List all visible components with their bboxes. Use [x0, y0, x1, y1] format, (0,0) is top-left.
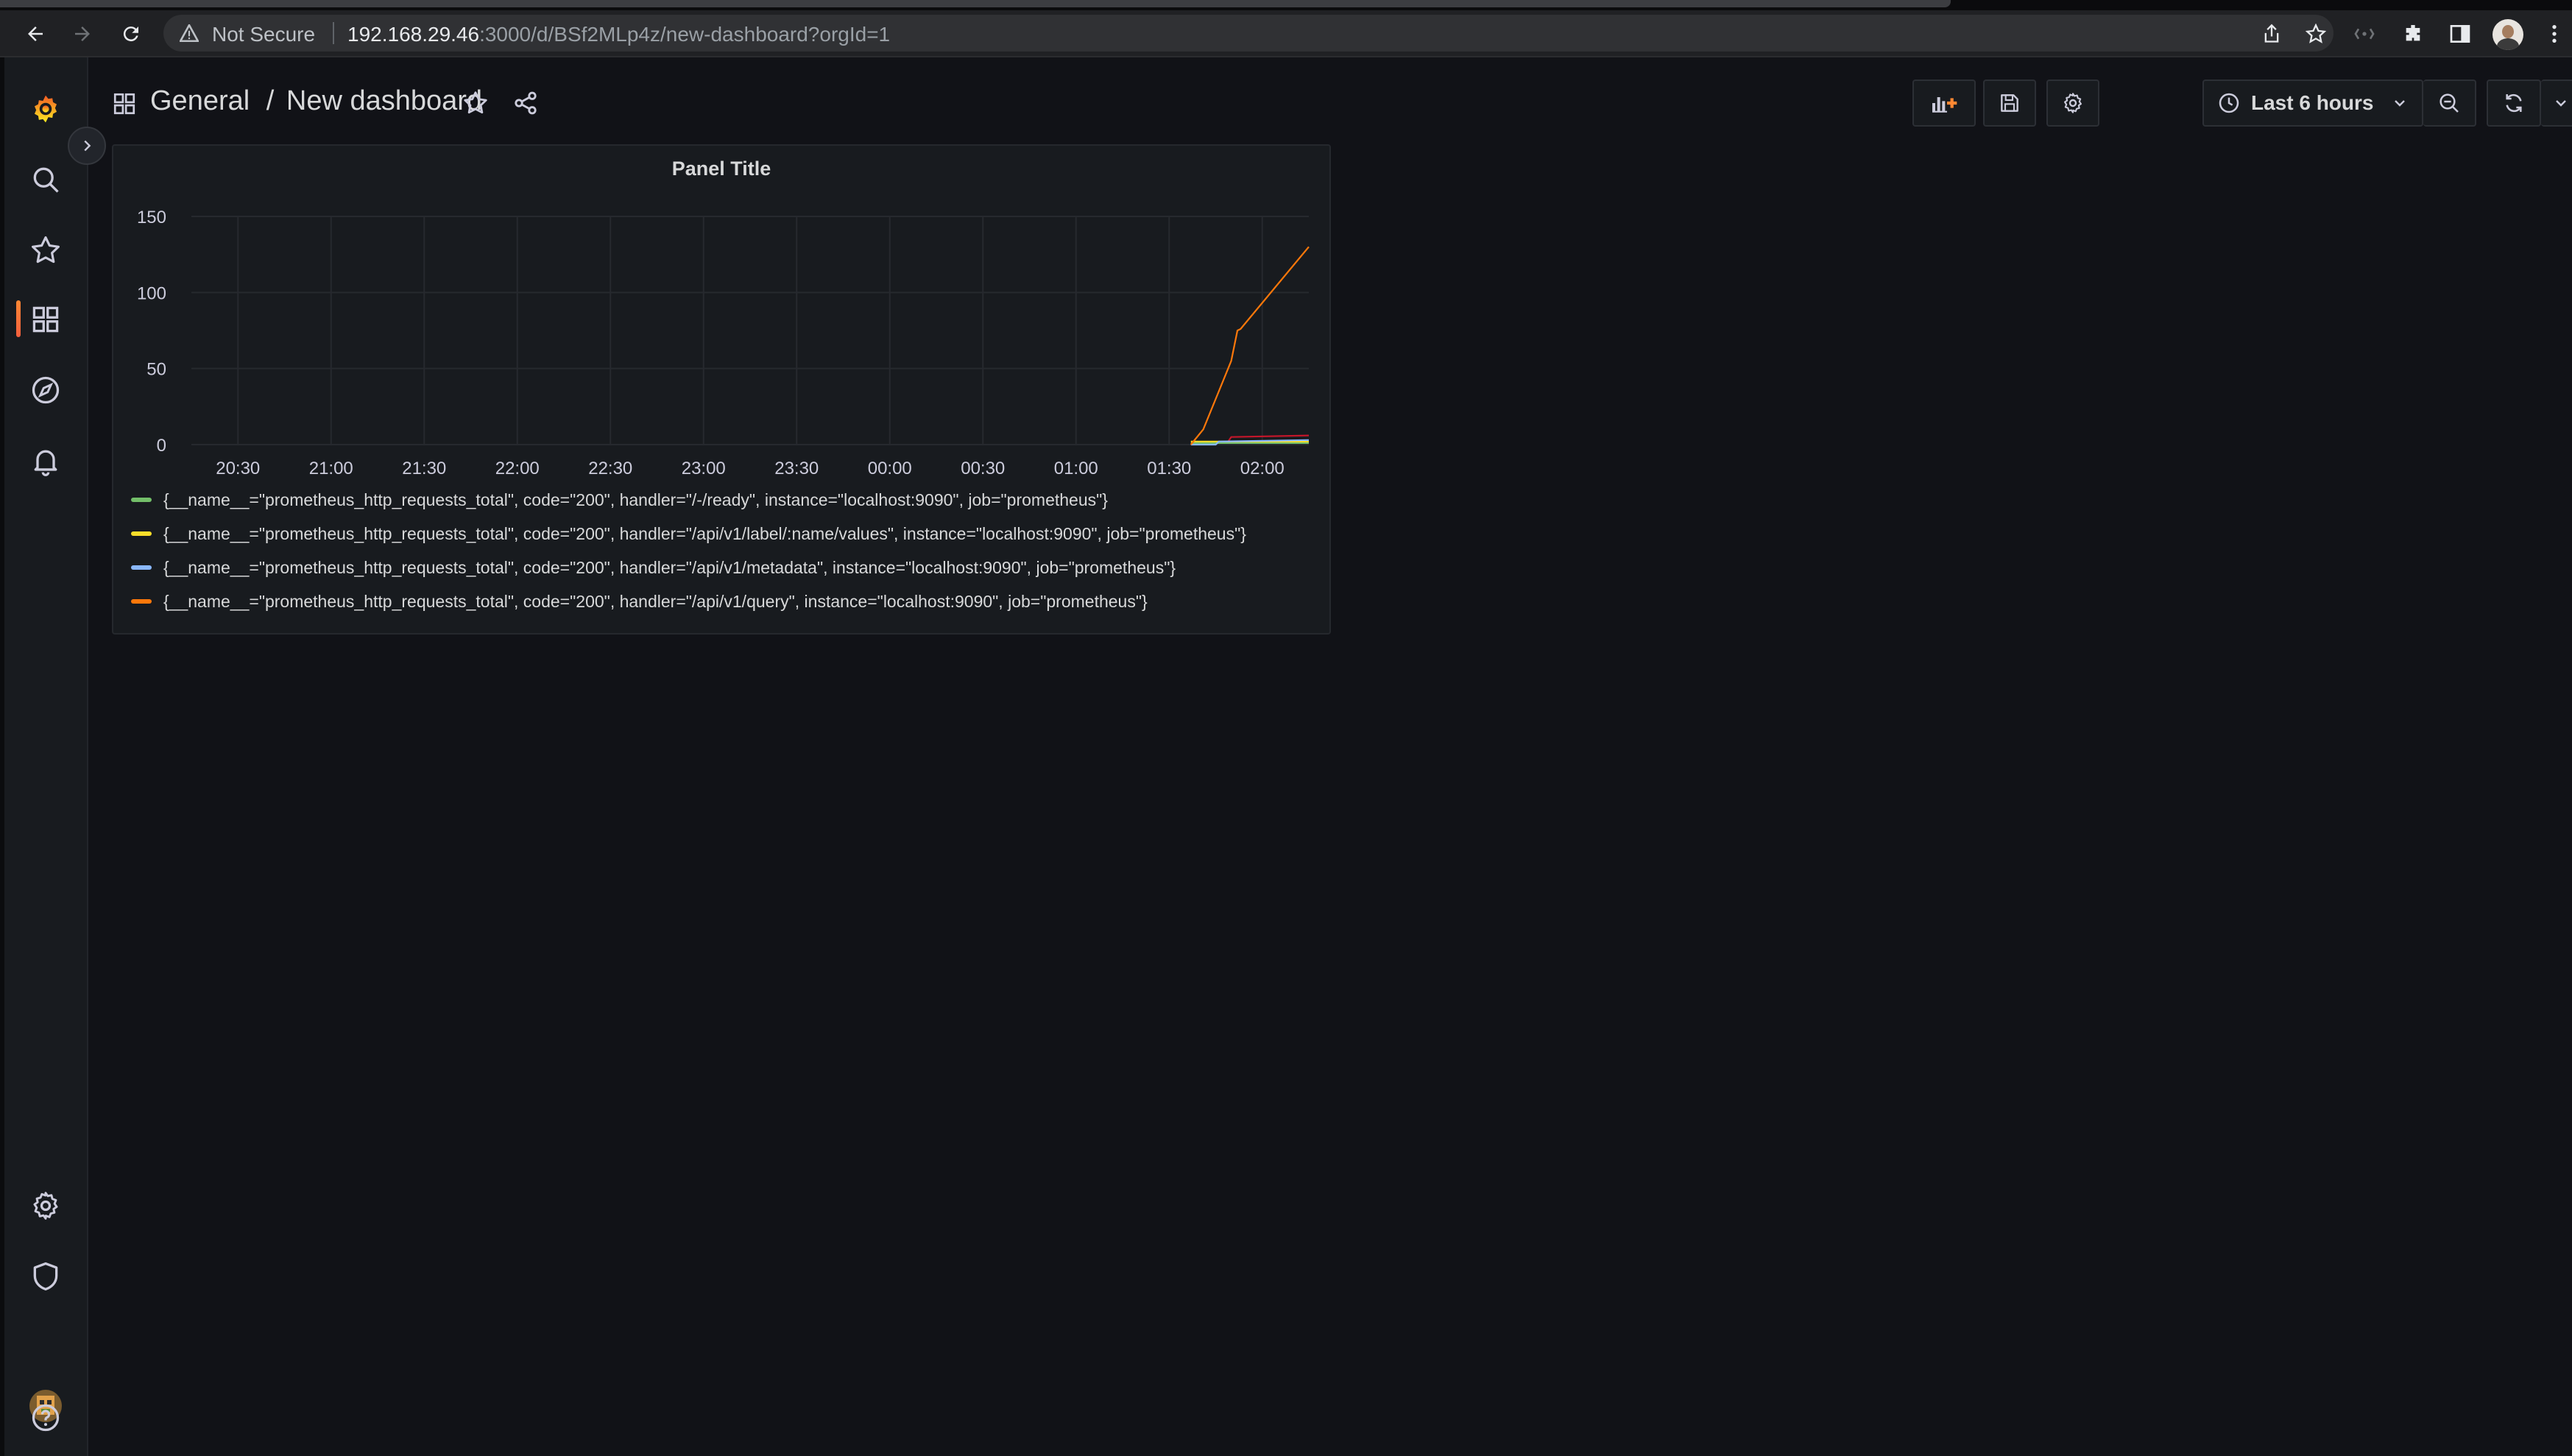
breadcrumb-separator: / [266, 85, 275, 116]
x-tick-label: 21:00 [309, 459, 353, 478]
zoom-out-button[interactable] [2423, 79, 2476, 127]
settings-gear-icon [2064, 93, 2082, 113]
time-series-chart: 0 50 100 150 20:30 21:00 21:30 22:00 22:30 23:00 2… [137, 208, 1310, 478]
legend-label: {__name__="prometheus_http_requests_tota… [163, 557, 1176, 577]
chevron-down-icon [2556, 100, 2566, 107]
server-admin-shield-icon[interactable] [19, 1250, 72, 1303]
x-tick-label: 00:30 [961, 459, 1005, 478]
refresh-interval-dropdown[interactable] [2541, 79, 2572, 127]
time-range-label: Last 6 hours [2251, 91, 2374, 114]
chevron-down-icon [2395, 100, 2405, 107]
side-panel-icon[interactable] [2448, 22, 2472, 46]
url-host: 192.168.29.46 [347, 23, 480, 46]
x-tick-label: 23:30 [774, 459, 819, 478]
x-tick-label: 02:00 [1240, 459, 1285, 478]
divider [333, 22, 334, 44]
dashboard-navbar: General / New dashboard Last 6 hours [88, 66, 2572, 140]
save-icon [2001, 94, 2018, 112]
series-line [1190, 246, 1310, 445]
x-tick-label: 00:00 [868, 459, 912, 478]
y-tick-label: 0 [157, 436, 166, 456]
legend-label: {__name__="prometheus_http_requests_tota… [163, 591, 1148, 611]
browser-toolbar: Not Secure 192.168.29.46:3000/d/BSf2MLp4… [0, 10, 2572, 57]
legend-color-swatch [131, 599, 152, 604]
dashboard-settings-button[interactable] [2046, 79, 2099, 127]
url-path: :3000/d/BSf2MLp4z/new-dashboard?orgId=1 [479, 23, 891, 46]
breadcrumb: General / New dashboard [150, 85, 491, 117]
warning-icon [180, 24, 199, 42]
starred-icon[interactable] [19, 224, 72, 277]
x-tick-label: 21:30 [402, 459, 446, 478]
help-icon[interactable] [19, 1391, 72, 1444]
legend-item[interactable]: {__name__="prometheus_http_requests_tota… [131, 517, 1246, 551]
back-icon[interactable] [19, 18, 52, 50]
grafana-logo-icon[interactable] [19, 82, 72, 135]
legend-color-swatch [131, 565, 152, 570]
share-dashboard-icon[interactable] [512, 90, 539, 116]
chart-legend: {__name__="prometheus_http_requests_tota… [131, 483, 1246, 618]
legend-color-swatch [131, 531, 152, 536]
security-label: Not Secure [212, 23, 316, 46]
x-tick-label: 01:30 [1147, 459, 1191, 478]
graph-panel[interactable]: Panel Title 0 50 100 150 20:30 21:00 21:30 22:0… [112, 144, 1331, 635]
legend-color-swatch [131, 498, 152, 502]
legend-item[interactable]: {__name__="prometheus_http_requests_tota… [131, 584, 1246, 618]
legend-label: {__name__="prometheus_http_requests_tota… [163, 490, 1108, 509]
add-panel-icon [1932, 97, 1957, 113]
x-tick-label: 22:30 [588, 459, 632, 478]
dashboard-title[interactable]: New dashboard [286, 85, 482, 116]
extensions-puzzle-icon[interactable] [2401, 22, 2425, 46]
mark-favorite-star-icon[interactable] [462, 90, 489, 116]
legend-item[interactable]: {__name__="prometheus_http_requests_tota… [131, 551, 1246, 584]
url-text: 192.168.29.46:3000/d/BSf2MLp4z/new-dashb… [347, 23, 890, 46]
more-vert-icon[interactable] [2543, 22, 2566, 46]
x-tick-label: 23:00 [682, 459, 726, 478]
sidemenu [0, 57, 88, 1456]
active-tab[interactable] [0, 0, 1951, 7]
alerting-bell-icon[interactable] [19, 434, 72, 487]
breadcrumb-folder[interactable]: General [150, 85, 250, 116]
time-range-picker[interactable]: Last 6 hours [2202, 79, 2423, 127]
x-tick-label: 20:30 [216, 459, 260, 478]
add-panel-button[interactable] [1912, 79, 1976, 127]
search-icon[interactable] [19, 153, 72, 206]
bookmark-star-icon[interactable] [2306, 24, 2326, 44]
address-bar[interactable]: Not Secure 192.168.29.46:3000/d/BSf2MLp4… [163, 15, 2333, 52]
chevron-right-icon [84, 140, 91, 152]
y-tick-label: 150 [137, 208, 166, 227]
profile-avatar[interactable] [2492, 19, 2523, 50]
share-page-icon[interactable] [2261, 24, 2282, 44]
clock-icon [2219, 93, 2239, 113]
reload-icon[interactable] [115, 18, 147, 50]
x-tick-label: 22:00 [495, 459, 540, 478]
legend-label: {__name__="prometheus_http_requests_tota… [163, 523, 1246, 543]
dashboards-icon[interactable] [19, 293, 72, 346]
browser-tab-strip [0, 0, 2572, 10]
y-tick-label: 50 [146, 360, 166, 380]
zoom-out-icon [2439, 93, 2459, 113]
y-tick-label: 100 [137, 283, 166, 303]
dashboard-grid-icon [113, 93, 135, 115]
refresh-icon [2506, 93, 2522, 113]
x-tick-label: 01:00 [1054, 459, 1098, 478]
extension-badge-icon[interactable] [2353, 22, 2376, 46]
explore-icon[interactable] [19, 364, 72, 417]
refresh-dashboard-button[interactable] [2487, 79, 2541, 127]
legend-item[interactable]: {__name__="prometheus_http_requests_tota… [131, 483, 1246, 517]
configuration-gear-icon[interactable] [19, 1179, 72, 1232]
save-dashboard-button[interactable] [1983, 79, 2036, 127]
forward-icon[interactable] [66, 18, 99, 50]
